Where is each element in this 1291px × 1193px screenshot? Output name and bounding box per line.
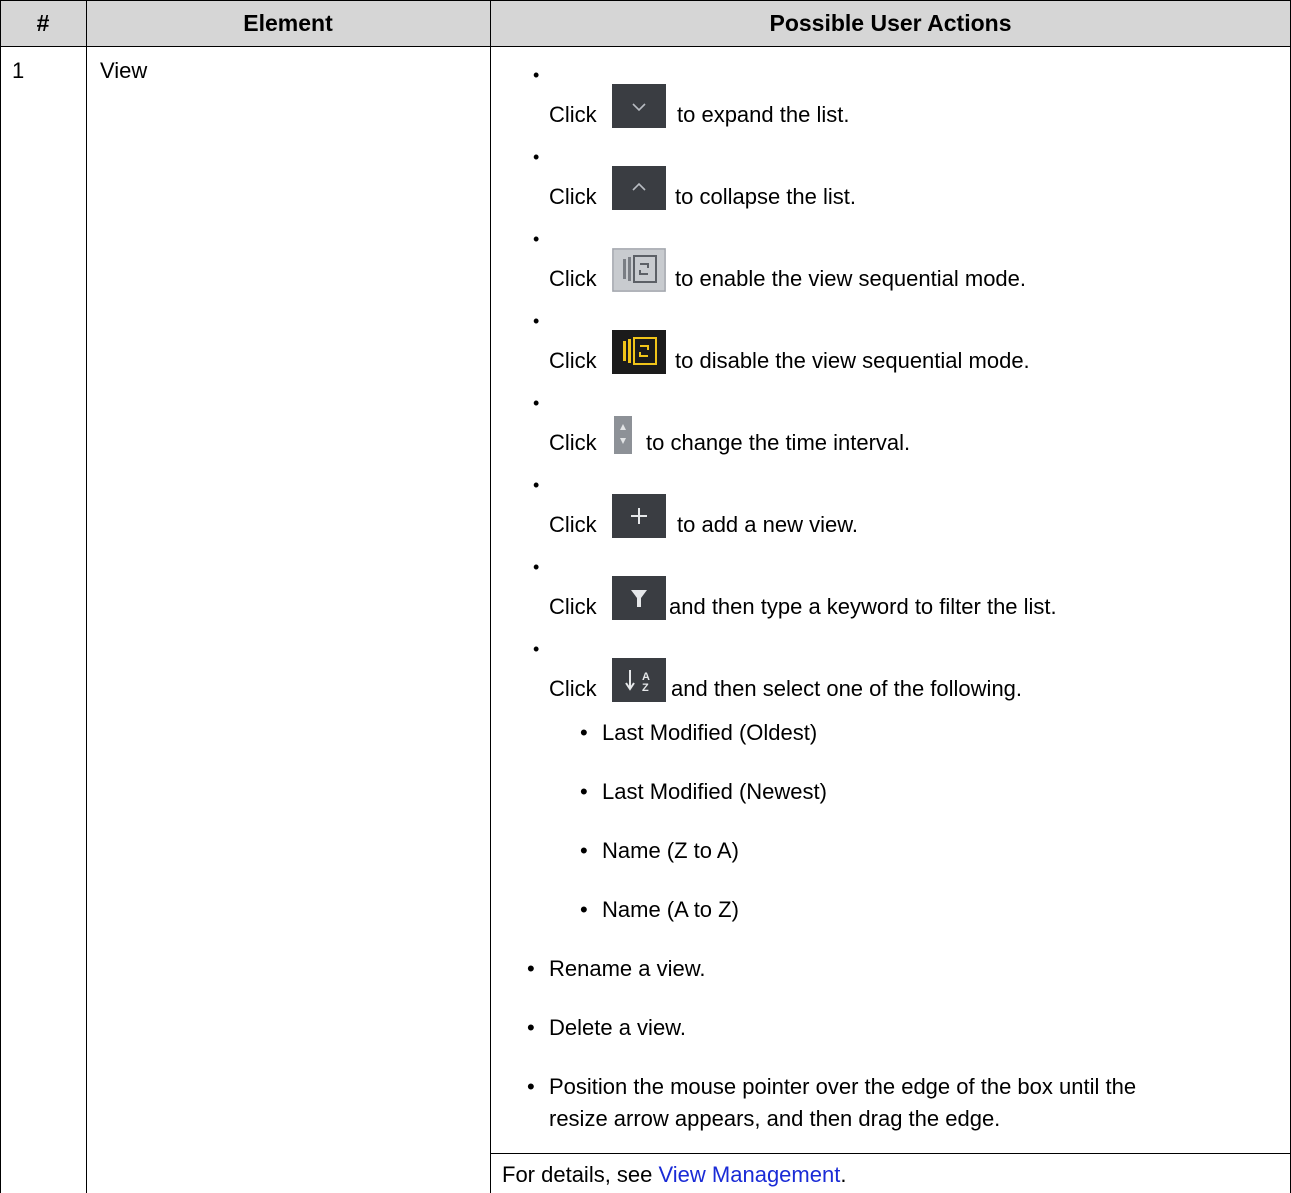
sort-option-a-to-z: • Name (A to Z): [580, 897, 739, 922]
action-resize: • Position the mouse pointer over the edg…: [527, 1074, 1137, 1099]
sequential-mode-icon[interactable]: [612, 248, 666, 292]
table-border-left: [0, 0, 1, 1193]
action-filter: • Click and then type a keyword to filte…: [533, 557, 1057, 620]
action-rename: • Rename a view.: [527, 956, 706, 981]
action-time-interval: • Click to change the time interval.: [533, 393, 911, 456]
details-divider: [490, 1153, 1291, 1154]
action-collapse: • Click to collapse the list.: [533, 147, 856, 210]
header-actions: Possible User Actions: [769, 10, 1012, 36]
header-element: Element: [243, 10, 333, 36]
row-number: 1: [12, 58, 25, 83]
plus-icon[interactable]: [612, 494, 666, 538]
action-disable-sequential: • Click to disable the view sequential m…: [533, 311, 1030, 374]
sort-option-oldest: • Last Modified (Oldest): [580, 720, 818, 745]
table-border-top: [0, 0, 1291, 1]
row-element: View: [100, 58, 148, 83]
sort-icon[interactable]: A Z: [612, 658, 666, 702]
action-enable-sequential: • Click to enable the view sequential mo…: [533, 229, 1027, 292]
chevron-up-icon[interactable]: [612, 166, 666, 210]
action-resize-continued: resize arrow appears, and then drag the …: [549, 1106, 1001, 1131]
filter-icon[interactable]: [612, 576, 666, 620]
column-divider-1: [86, 0, 87, 1193]
details-text: For details, see View Management.: [502, 1162, 847, 1187]
view-management-link[interactable]: View Management: [659, 1162, 841, 1187]
svg-text:Z: Z: [642, 682, 649, 694]
sort-option-z-to-a: • Name (Z to A): [580, 838, 739, 863]
sort-option-newest: • Last Modified (Newest): [580, 779, 827, 804]
table-header-divider: [0, 46, 1291, 47]
actions-table: # Element Possible User Actions 1 View •…: [0, 0, 1291, 1193]
action-add-view: • Click to add a new view.: [533, 475, 859, 538]
column-divider-2: [490, 0, 491, 1193]
action-delete: • Delete a view.: [527, 1015, 686, 1040]
table-header: # Element Possible User Actions: [0, 0, 1291, 46]
chevron-down-icon[interactable]: [612, 84, 666, 128]
sequential-mode-active-icon[interactable]: [612, 330, 666, 374]
spinner-arrows-icon[interactable]: [612, 412, 636, 456]
action-sort: • Click A Z and then select one of the f…: [533, 639, 1023, 702]
action-expand: • Click to expand the list.: [533, 65, 850, 128]
header-number: #: [36, 10, 50, 36]
